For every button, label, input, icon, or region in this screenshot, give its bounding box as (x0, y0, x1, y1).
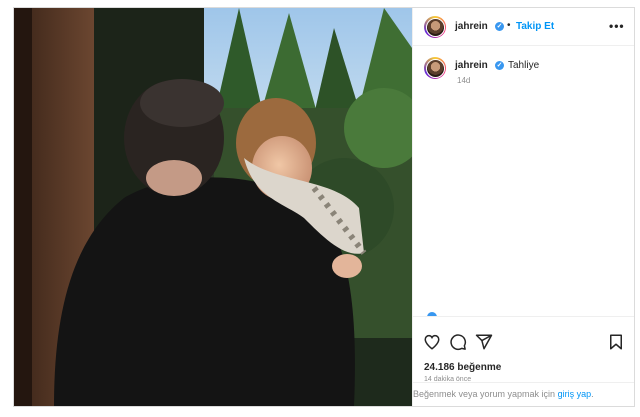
caption-text: Tahliye (508, 60, 540, 71)
login-prompt-suffix: . (591, 389, 594, 399)
verified-icon: ✓ (495, 22, 504, 31)
post-image (14, 8, 412, 406)
login-prompt: Beğenmek veya yorum yapmak için giriş ya… (413, 382, 634, 406)
bookmark-icon[interactable] (607, 333, 625, 351)
login-prompt-text: Beğenmek veya yorum yapmak için (413, 389, 558, 399)
caption-verified-icon: ✓ (495, 61, 504, 70)
avatar[interactable] (424, 16, 446, 38)
follow-button[interactable]: Takip Et (516, 21, 554, 32)
caption-avatar[interactable] (424, 57, 446, 79)
comment-icon[interactable] (449, 333, 467, 351)
login-link[interactable]: giriş yap (558, 389, 592, 399)
post-photo[interactable] (14, 8, 412, 406)
post-side-panel: jahrein ✓ • Takip Et ••• jahrein ✓ Tahli… (412, 8, 634, 406)
more-options-icon[interactable]: ••• (609, 19, 625, 33)
username[interactable]: jahrein (455, 21, 488, 32)
likes-count[interactable]: 24.186 beğenme (424, 362, 501, 373)
post-modal: jahrein ✓ • Takip Et ••• jahrein ✓ Tahli… (13, 7, 635, 407)
post-header: jahrein ✓ • Takip Et ••• (413, 8, 634, 46)
heart-icon[interactable] (423, 333, 441, 351)
caption-username[interactable]: jahrein (455, 60, 488, 71)
separator-dot: • (507, 20, 511, 31)
share-icon[interactable] (475, 333, 493, 351)
caption-time: 14d (457, 76, 471, 85)
